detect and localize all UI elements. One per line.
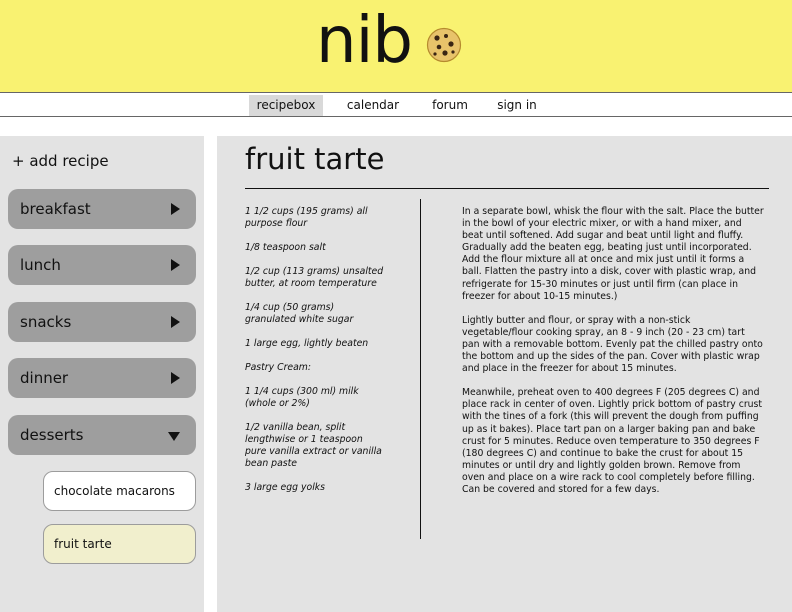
nav-recipebox[interactable]: recipebox bbox=[249, 95, 323, 116]
ingredients-list: 1 1/2 cups (195 grams) all purpose flour… bbox=[245, 206, 385, 506]
nav-forum[interactable]: forum bbox=[424, 95, 476, 116]
recipe-item-label: chocolate macarons bbox=[54, 484, 175, 498]
top-nav: recipebox calendar forum sign in bbox=[0, 92, 792, 117]
ingredient-item: 1 large egg, lightly beaten bbox=[245, 338, 369, 349]
recipe-item-fruit-tarte[interactable]: fruit tarte bbox=[43, 524, 196, 564]
column-divider bbox=[420, 199, 421, 539]
title-divider bbox=[245, 188, 769, 189]
recipe-item-chocolate-macarons[interactable]: chocolate macarons bbox=[43, 471, 196, 511]
ingredient-item: 1/8 teaspoon salt bbox=[245, 242, 326, 253]
recipe-title: fruit tarte bbox=[245, 142, 385, 176]
ingredient-section-heading: Pastry Cream: bbox=[245, 362, 311, 373]
chevron-right-icon bbox=[171, 203, 180, 215]
ingredient-item: 1 1/4 cups (300 ml) milk (whole or 2%) bbox=[245, 386, 359, 409]
header-banner: nib bbox=[0, 0, 792, 92]
category-lunch[interactable]: lunch bbox=[8, 245, 196, 285]
ingredient-item: 1/2 cup (113 grams) unsalted butter, at … bbox=[245, 266, 384, 289]
ingredient-item: 3 large egg yolks bbox=[245, 482, 326, 493]
instruction-step: In a separate bowl, whisk the flour with… bbox=[462, 206, 764, 302]
category-label: breakfast bbox=[20, 200, 91, 218]
nav-calendar[interactable]: calendar bbox=[339, 95, 407, 116]
category-sidebar: + add recipe breakfast lunch snacks dinn… bbox=[0, 136, 204, 612]
category-label: snacks bbox=[20, 313, 72, 331]
site-logo[interactable]: nib bbox=[316, 4, 413, 78]
chevron-down-icon bbox=[168, 432, 180, 441]
chevron-right-icon bbox=[171, 316, 180, 328]
ingredient-item: 1/4 cup (50 grams) granulated white suga… bbox=[245, 302, 354, 325]
chevron-right-icon bbox=[171, 372, 180, 384]
ingredient-item: 1/2 vanilla bean, split lengthwise or 1 … bbox=[245, 422, 382, 469]
instruction-step: Meanwhile, preheat oven to 400 degrees F… bbox=[462, 387, 763, 495]
category-desserts[interactable]: desserts bbox=[8, 415, 196, 455]
recipe-item-label: fruit tarte bbox=[54, 537, 112, 551]
cookie-icon bbox=[426, 27, 462, 63]
category-breakfast[interactable]: breakfast bbox=[8, 189, 196, 229]
ingredient-item: 1 1/2 cups (195 grams) all purpose flour bbox=[245, 206, 368, 229]
nav-sign-in[interactable]: sign in bbox=[492, 95, 542, 116]
instructions: In a separate bowl, whisk the flour with… bbox=[462, 206, 764, 508]
category-snacks[interactable]: snacks bbox=[8, 302, 196, 342]
add-recipe-button[interactable]: + add recipe bbox=[12, 152, 109, 170]
instruction-step: Lightly butter and flour, or spray with … bbox=[462, 314, 763, 375]
category-label: lunch bbox=[20, 256, 61, 274]
recipe-panel: fruit tarte 1 1/2 cups (195 grams) all p… bbox=[217, 136, 792, 612]
chevron-right-icon bbox=[171, 259, 180, 271]
category-dinner[interactable]: dinner bbox=[8, 358, 196, 398]
category-label: desserts bbox=[20, 426, 84, 444]
category-label: dinner bbox=[20, 369, 69, 387]
